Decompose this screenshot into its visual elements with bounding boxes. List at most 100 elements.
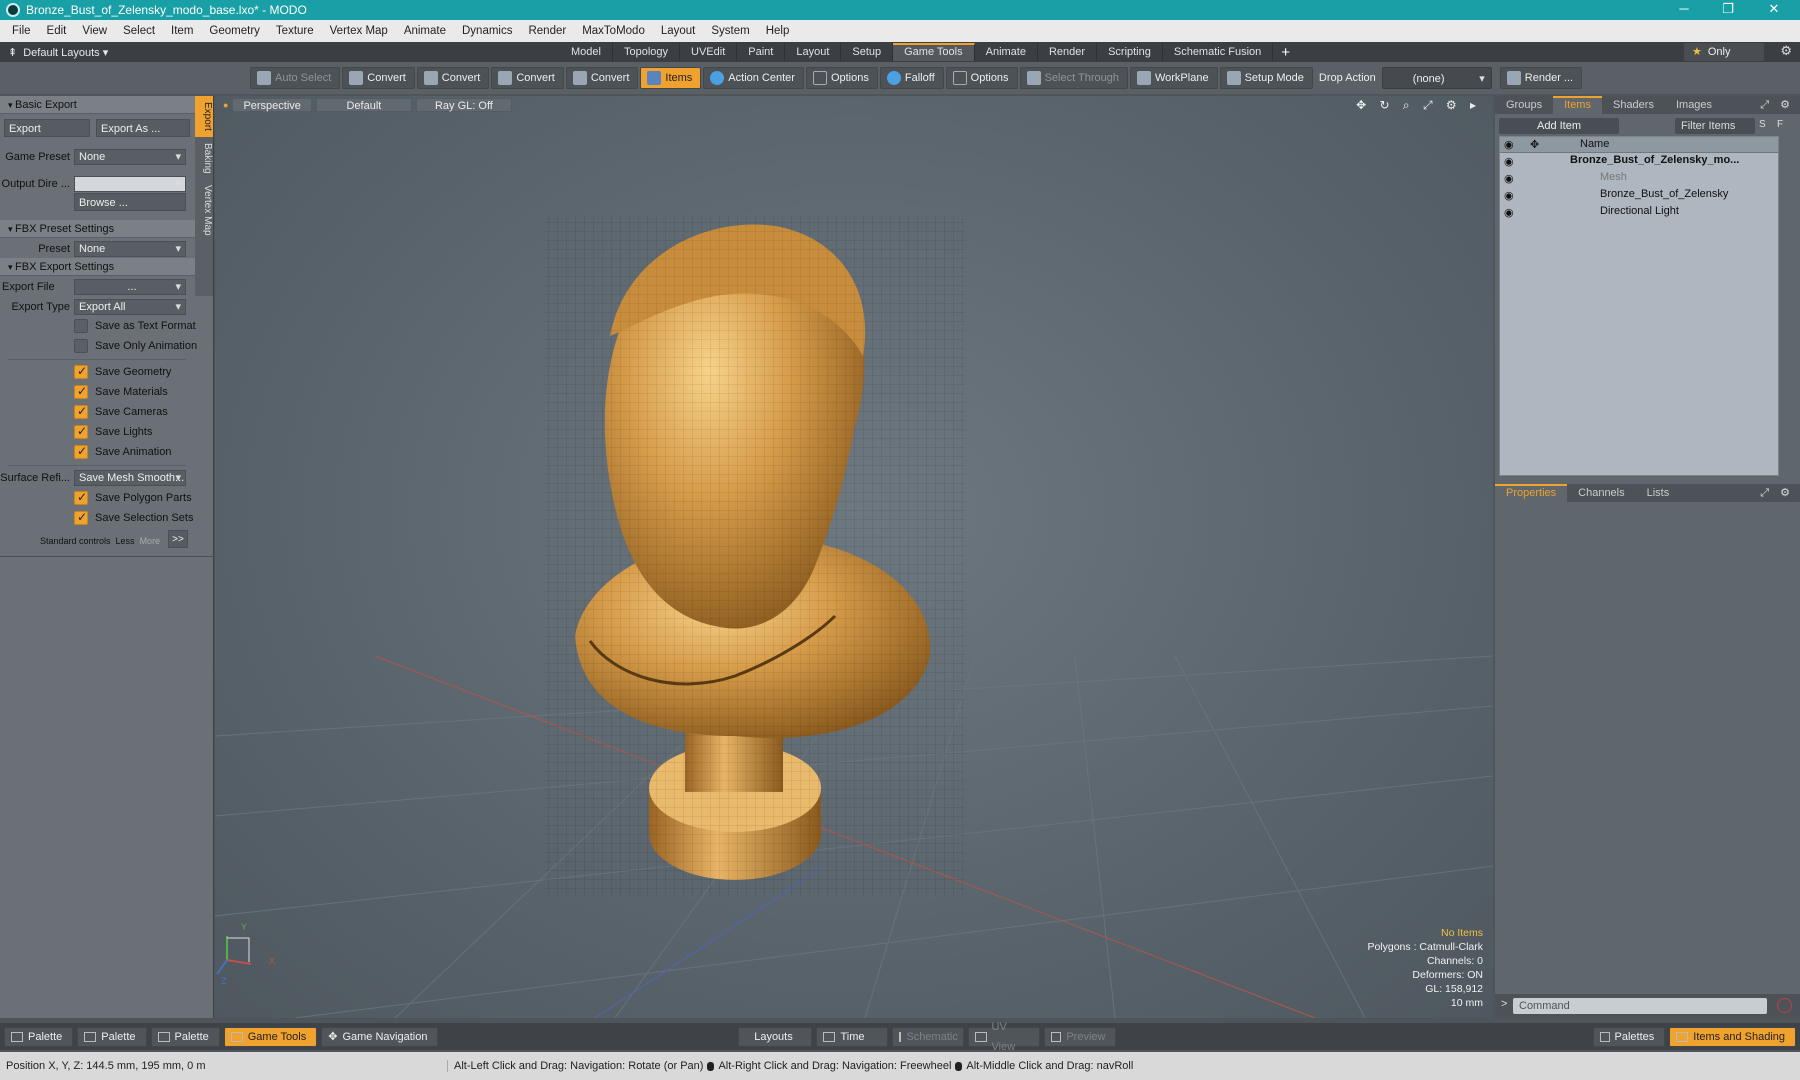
action-center-button[interactable]: Action Center — [703, 67, 804, 89]
menu-geometry[interactable]: Geometry — [201, 25, 268, 37]
checkbox-box[interactable] — [74, 404, 88, 419]
layout-tab-topology[interactable]: Topology — [613, 43, 681, 61]
game-tools-palette-button[interactable]: Game Tools — [223, 1026, 318, 1047]
gear-icon[interactable]: ⚙ — [1780, 43, 1792, 59]
viewport-dot-icon[interactable]: ● — [223, 100, 228, 110]
shading-default-button[interactable]: Default — [315, 98, 412, 112]
basic-export-header[interactable]: Basic Export — [0, 96, 196, 114]
minimize-button[interactable]: ─ — [1664, 0, 1704, 20]
fbx-export-settings-header[interactable]: FBX Export Settings — [0, 258, 196, 276]
filter-s-button[interactable]: S — [1759, 119, 1766, 130]
save-geometry-checkbox[interactable]: Save Geometry — [74, 363, 171, 381]
tab-lists[interactable]: Lists — [1636, 484, 1681, 502]
game-navigation-button[interactable]: ✥ Game Navigation — [321, 1026, 439, 1047]
save-only-animation-checkbox[interactable]: Save Only Animation — [74, 337, 197, 355]
fbx-preset-settings-header[interactable]: FBX Preset Settings — [0, 220, 196, 238]
side-tab-baking[interactable]: Baking — [195, 137, 213, 180]
side-tab-export[interactable]: Export — [195, 96, 213, 137]
raygl-button[interactable]: Ray GL: Off — [415, 98, 512, 112]
add-layout-tab-button[interactable]: + — [1273, 44, 1298, 61]
3d-viewport[interactable]: ● Perspective Default Ray GL: Off ✥ ↻ ⌕ … — [215, 96, 1493, 1018]
only-toggle[interactable]: ★ Only — [1684, 43, 1764, 61]
eye-icon[interactable]: ◉ — [1504, 189, 1516, 202]
add-item-button[interactable]: Add Item — [1499, 118, 1619, 134]
render-button[interactable]: Render ... — [1499, 67, 1583, 89]
name-column-header[interactable]: Name — [1580, 138, 1609, 150]
menu-file[interactable]: File — [4, 25, 39, 37]
menu-layout[interactable]: Layout — [653, 25, 704, 37]
save-lights-checkbox[interactable]: Save Lights — [74, 423, 152, 441]
schematic-button[interactable]: Schematic — [892, 1026, 965, 1047]
checkbox-box[interactable] — [74, 319, 88, 333]
command-history-icon[interactable] — [1777, 998, 1792, 1013]
palette-button-3[interactable]: Palette — [150, 1026, 220, 1047]
menu-select[interactable]: Select — [115, 25, 163, 37]
side-tab-vertex-map[interactable]: Vertex Map — [195, 179, 213, 242]
convert-edges-button[interactable]: Convert — [416, 67, 490, 89]
expand-button[interactable]: >> — [168, 530, 188, 548]
filter-f-button[interactable]: F — [1777, 119, 1783, 130]
default-layouts-dropdown[interactable]: ⇞ Default Layouts ▾ — [0, 46, 560, 59]
items-mode-button[interactable]: Items — [640, 67, 702, 89]
maximize-button[interactable]: ❐ — [1708, 0, 1748, 20]
checkbox-box[interactable] — [74, 490, 88, 505]
menu-help[interactable]: Help — [758, 25, 798, 37]
layout-tab-setup[interactable]: Setup — [841, 43, 894, 61]
command-input[interactable]: Command — [1513, 998, 1767, 1014]
layout-tab-scripting[interactable]: Scripting — [1097, 43, 1163, 61]
drop-action-select[interactable]: (none) — [1381, 67, 1492, 90]
convert-polygons-button[interactable]: Convert — [491, 67, 564, 89]
less-link[interactable]: Less — [116, 536, 135, 546]
layouts-button[interactable]: Layouts — [738, 1026, 813, 1047]
save-text-format-checkbox[interactable]: Save as Text Format — [74, 317, 196, 335]
surface-refinement-select[interactable]: Save Mesh Smooth... — [74, 469, 186, 486]
menu-dynamics[interactable]: Dynamics — [454, 25, 520, 37]
checkbox-box[interactable] — [74, 444, 88, 459]
checkbox-box[interactable] — [74, 364, 88, 379]
tab-groups[interactable]: Groups — [1495, 96, 1553, 114]
perspective-button[interactable]: Perspective — [232, 98, 312, 112]
save-polygon-parts-checkbox[interactable]: Save Polygon Parts — [74, 489, 192, 507]
menu-edit[interactable]: Edit — [39, 25, 75, 37]
pane-options-icons[interactable]: ⤢ ⚙ — [1760, 486, 1794, 500]
tab-channels[interactable]: Channels — [1567, 484, 1635, 502]
palette-button-2[interactable]: Palette — [77, 1026, 147, 1047]
tab-items[interactable]: Items — [1553, 96, 1602, 114]
auto-select-button[interactable]: Auto Select — [250, 67, 341, 89]
select-through-button[interactable]: Select Through — [1019, 67, 1128, 89]
viewport-navigation-icons[interactable]: ✥ ↻ ⌕ ⤢ ⚙ ▸ — [1356, 98, 1481, 113]
game-preset-select[interactable]: None — [74, 148, 186, 165]
tab-images[interactable]: Images — [1665, 96, 1723, 114]
layout-tab-uvedit[interactable]: UVEdit — [680, 43, 738, 61]
checkbox-box[interactable] — [74, 384, 88, 399]
item-row-light[interactable]: ◉ Directional Light — [1500, 204, 1778, 221]
layout-tab-render[interactable]: Render — [1038, 43, 1098, 61]
layout-tab-game-tools[interactable]: Game Tools — [893, 43, 975, 61]
setup-mode-button[interactable]: Setup Mode — [1219, 67, 1313, 89]
save-materials-checkbox[interactable]: Save Materials — [74, 383, 168, 401]
preview-button[interactable]: Preview — [1044, 1026, 1117, 1047]
output-dir-input[interactable] — [74, 175, 186, 192]
layout-tab-animate[interactable]: Animate — [975, 43, 1038, 61]
palettes-button[interactable]: Palettes — [1593, 1026, 1666, 1047]
menu-maxtomodo[interactable]: MaxToModo — [574, 25, 653, 37]
palette-button-1[interactable]: Palette — [4, 1026, 74, 1047]
menu-item[interactable]: Item — [163, 25, 201, 37]
layout-tab-paint[interactable]: Paint — [737, 43, 786, 61]
falloff-options-button[interactable]: Options — [945, 67, 1018, 89]
convert-materials-button[interactable]: Convert — [565, 67, 639, 89]
time-button[interactable]: Time — [816, 1026, 889, 1047]
eye-icon[interactable]: ◉ — [1504, 155, 1516, 168]
uv-view-button[interactable]: UV View — [968, 1021, 1041, 1053]
more-link[interactable]: More — [140, 536, 161, 546]
menu-animate[interactable]: Animate — [396, 25, 454, 37]
preset-select[interactable]: None — [74, 240, 186, 257]
export-type-select[interactable]: Export All — [74, 298, 186, 315]
eye-icon[interactable]: ◉ — [1504, 172, 1516, 185]
export-as-button[interactable]: Export As ... — [96, 118, 190, 137]
save-cameras-checkbox[interactable]: Save Cameras — [74, 403, 168, 421]
falloff-button[interactable]: Falloff — [879, 67, 944, 89]
menu-texture[interactable]: Texture — [268, 25, 322, 37]
close-button[interactable]: ✕ — [1754, 0, 1794, 20]
item-row-mesh[interactable]: ◉ Mesh — [1500, 170, 1778, 187]
